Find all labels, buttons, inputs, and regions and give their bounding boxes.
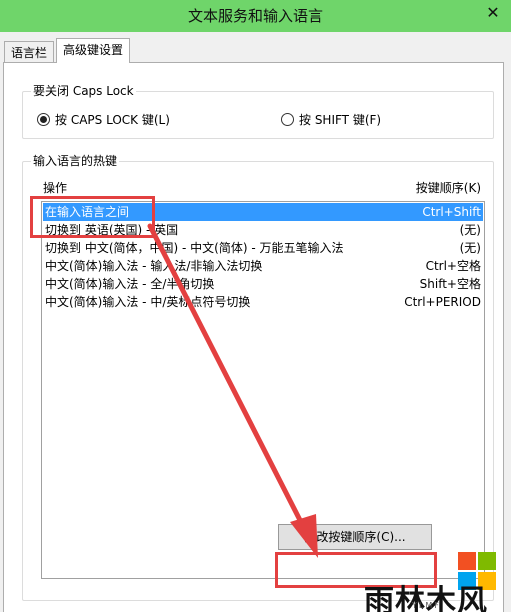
radio-shift-label: 按 SHIFT 键(F)	[299, 112, 382, 127]
dialog-window: 文本服务和输入语言 ✕ 语言栏 高级键设置 要关闭 Caps Lock 按 CA…	[0, 0, 511, 612]
list-item-action: 中文(简体)输入法 - 全/半角切换	[45, 277, 215, 291]
radio-shift-key[interactable]: 按 SHIFT 键(F)	[281, 110, 381, 128]
radio-caps-lock-key[interactable]: 按 CAPS LOCK 键(L)	[37, 110, 170, 128]
header-action: 操作	[43, 181, 68, 195]
list-item[interactable]: 中文(简体)输入法 - 中/英标点符号切换 Ctrl+PERIOD	[43, 293, 483, 311]
list-item-action: 切换到 英语(英国) - 英国	[45, 223, 179, 237]
dialog-body: 语言栏 高级键设置 要关闭 Caps Lock 按 CAPS LOCK 键(L)…	[0, 32, 511, 612]
window-title: 文本服务和输入语言	[187, 7, 323, 25]
list-item[interactable]: 中文(简体)输入法 - 全/半角切换 Shift+空格	[43, 275, 483, 293]
tab-advanced-key-settings[interactable]: 高级键设置	[56, 38, 131, 63]
list-item-key: Ctrl+PERIOD	[404, 295, 481, 309]
list-item-key: (无)	[459, 223, 481, 237]
radio-caps-lock-label: 按 CAPS LOCK 键(L)	[55, 112, 170, 127]
title-bar[interactable]: 文本服务和输入语言 ✕	[0, 0, 511, 32]
list-item-action: 中文(简体)输入法 - 中/英标点符号切换	[45, 295, 251, 309]
list-item-key: (无)	[459, 241, 481, 255]
list-item[interactable]: 中文(简体)输入法 - 输入法/非输入法切换 Ctrl+空格	[43, 257, 483, 275]
list-item-action: 在输入语言之间	[45, 205, 130, 219]
hotkeys-list[interactable]: 在输入语言之间 Ctrl+Shift 切换到 英语(英国) - 英国 (无) 切…	[41, 201, 485, 579]
list-item[interactable]: 在输入语言之间 Ctrl+Shift	[43, 203, 483, 221]
radio-button-unchecked[interactable]	[281, 112, 294, 126]
close-icon[interactable]: ✕	[483, 2, 503, 24]
caps-lock-legend: 要关闭 Caps Lock	[31, 83, 136, 99]
watermark-sub: YLMF	[412, 601, 441, 610]
tab-language-bar[interactable]: 语言栏	[4, 41, 55, 62]
header-key-sequence: 按键顺序(K)	[415, 181, 481, 195]
list-item[interactable]: 切换到 中文(简体，中国) - 中文(简体) - 万能五笔输入法 (无)	[43, 239, 483, 257]
list-item-key: Ctrl+空格	[425, 259, 481, 273]
hotkeys-legend: 输入语言的热键	[31, 153, 120, 169]
radio-button-checked[interactable]	[37, 112, 50, 126]
list-item-key: Ctrl+Shift	[422, 205, 481, 219]
list-item-key: Shift+空格	[419, 277, 481, 291]
list-item[interactable]: 切换到 英语(英国) - 英国 (无)	[43, 221, 483, 239]
list-item-action: 中文(简体)输入法 - 输入法/非输入法切换	[45, 259, 263, 273]
caps-lock-group: 要关闭 Caps Lock 按 CAPS LOCK 键(L) 按 SHIFT 键…	[22, 83, 494, 139]
hotkeys-header: 操作 按键顺序(K)	[41, 179, 481, 197]
watermark-logo: 雨林木风 YLMF	[360, 540, 511, 612]
list-item-action: 切换到 中文(简体，中国) - 中文(简体) - 万能五笔输入法	[45, 241, 344, 255]
